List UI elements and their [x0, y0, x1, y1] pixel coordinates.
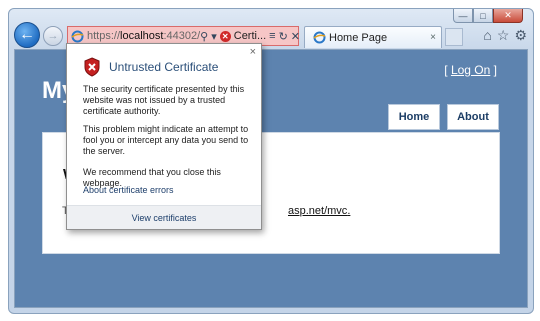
- compatibility-icon[interactable]: ≡: [269, 30, 275, 42]
- content-link[interactable]: asp.net/mvc: [288, 205, 347, 217]
- logon-bracket-open: [: [444, 63, 448, 77]
- ie-logo-icon: [71, 29, 84, 43]
- ie-logo-icon: [312, 31, 326, 45]
- logon-area: [ Log On ]: [444, 63, 497, 77]
- caption-buttons: — □ ✕: [453, 9, 523, 23]
- content-link-area: asp.net/mvc.: [288, 205, 350, 217]
- maximize-button[interactable]: □: [473, 9, 493, 23]
- back-button[interactable]: ←: [14, 22, 40, 48]
- new-tab-button[interactable]: [445, 28, 463, 46]
- tab-home-page[interactable]: Home Page ×: [304, 26, 442, 48]
- forward-button[interactable]: →: [43, 26, 63, 46]
- popup-paragraph-2: This problem might indicate an attempt t…: [83, 124, 249, 156]
- address-url[interactable]: https://localhost:44302/: [87, 30, 200, 42]
- tab-close-button[interactable]: ×: [430, 32, 436, 43]
- forward-arrow-icon: →: [47, 30, 59, 42]
- tab-label: Home Page: [329, 31, 388, 44]
- content-link-period: .: [347, 205, 351, 217]
- nav-home[interactable]: Home: [388, 104, 440, 130]
- refresh-icon[interactable]: ↻: [279, 30, 288, 43]
- certificate-error-label[interactable]: Certi...: [234, 30, 266, 42]
- back-arrow-icon: ←: [19, 26, 35, 43]
- popup-paragraph-1: The security certificate presented by th…: [83, 84, 245, 116]
- browser-toolbar-icons: ⌂ ☆ ⚙: [483, 27, 527, 44]
- favorites-star-icon[interactable]: ☆: [497, 27, 510, 44]
- close-window-button[interactable]: ✕: [493, 9, 523, 23]
- popup-close-button[interactable]: ×: [250, 46, 256, 58]
- view-certificates-button[interactable]: View certificates: [67, 205, 261, 229]
- minimize-button[interactable]: —: [453, 9, 473, 23]
- nav-about[interactable]: About: [447, 104, 499, 130]
- address-tools: ⚲ ▾ ✕ Certi... ≡ ↻ ✕: [200, 30, 304, 43]
- stop-icon[interactable]: ✕: [291, 30, 300, 43]
- about-certificate-errors-link[interactable]: About certificate errors: [83, 185, 174, 195]
- gear-icon[interactable]: ⚙: [514, 27, 527, 44]
- logon-bracket-close: ]: [493, 63, 497, 77]
- popup-title: Untrusted Certificate: [109, 60, 219, 74]
- search-icon[interactable]: ⚲: [200, 30, 208, 43]
- logon-link[interactable]: Log On: [451, 63, 490, 77]
- shield-warning-icon: [83, 57, 101, 82]
- home-icon[interactable]: ⌂: [483, 27, 491, 44]
- certificate-error-icon[interactable]: ✕: [219, 30, 231, 42]
- dropdown-icon[interactable]: ▾: [211, 30, 217, 43]
- certificate-popup: × Untrusted Certificate The security cer…: [66, 43, 262, 230]
